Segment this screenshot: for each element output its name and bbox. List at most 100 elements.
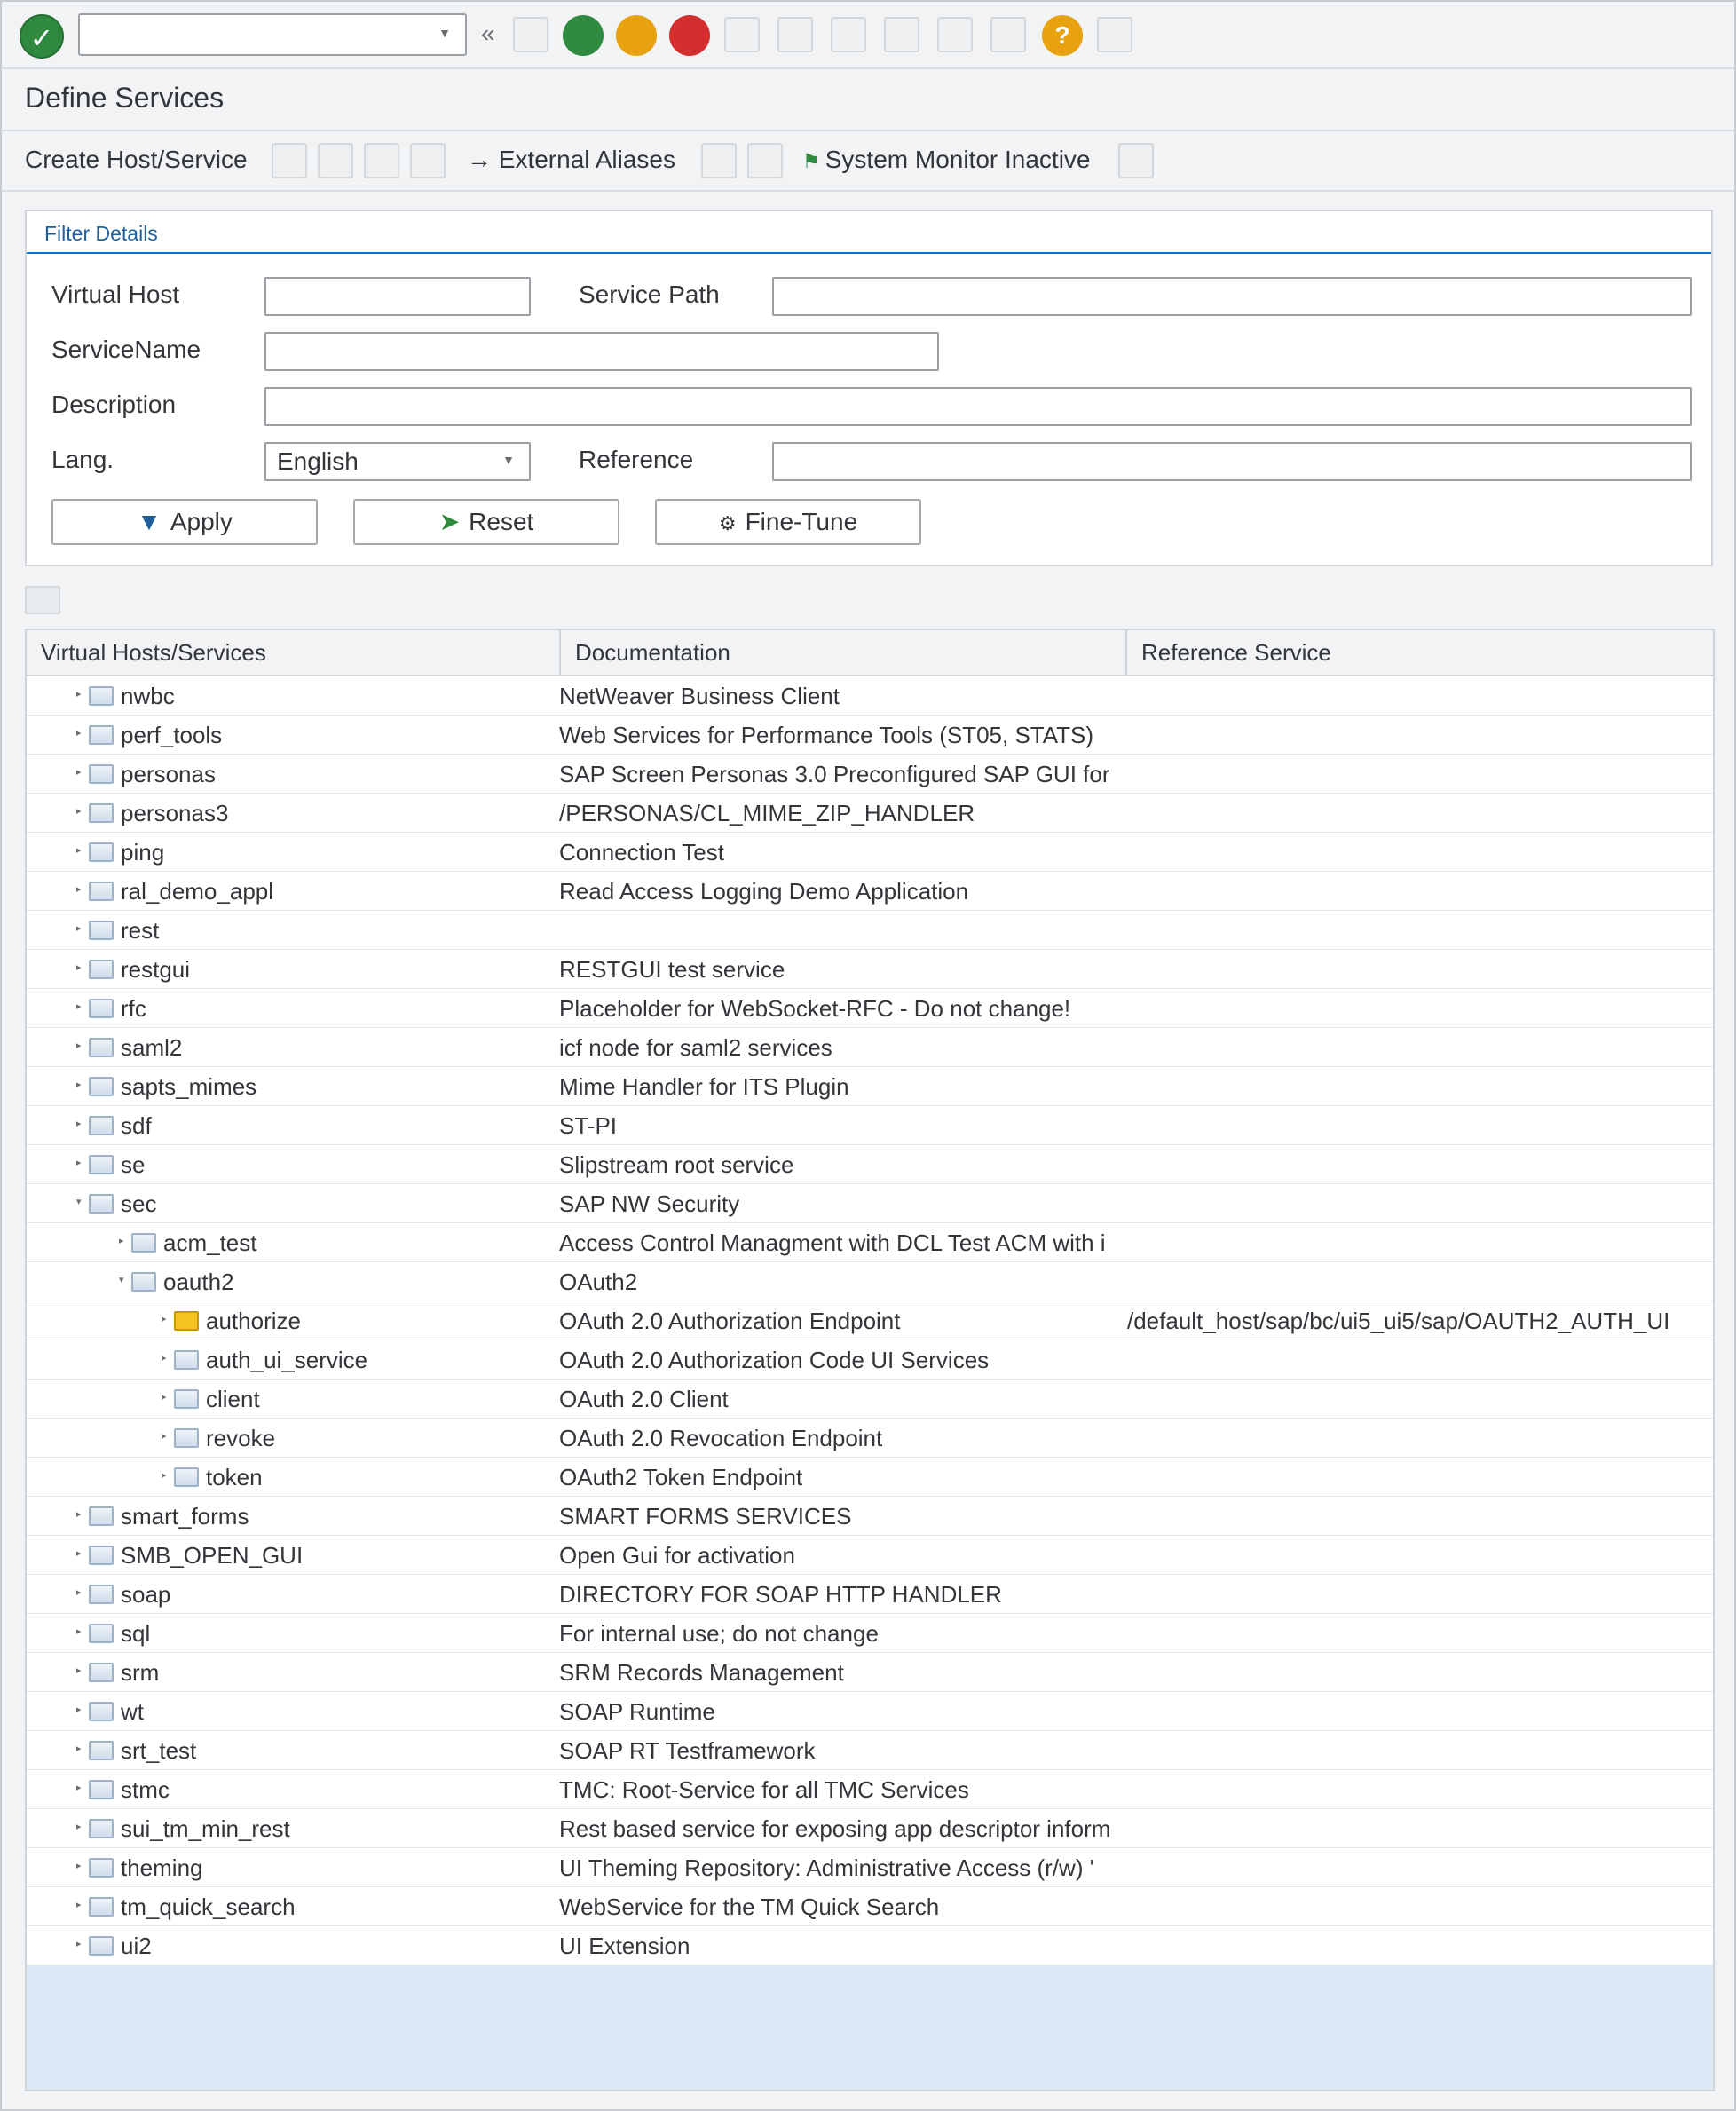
table-row[interactable]: ▸ sapts_mimes Mime Handler for ITS Plugin bbox=[27, 1067, 1713, 1106]
service-name[interactable]: SMB_OPEN_GUI bbox=[121, 1542, 303, 1569]
table-row[interactable]: ▸ stmc TMC: Root-Service for all TMC Servi… bbox=[27, 1770, 1713, 1809]
table-row[interactable]: ▾ oauth2 OAuth2 bbox=[27, 1262, 1713, 1301]
table-row[interactable]: ▸ SMB_OPEN_GUI Open Gui for activation bbox=[27, 1536, 1713, 1575]
expand-node-icon[interactable]: ▸ bbox=[162, 1430, 167, 1442]
service-name[interactable]: ui2 bbox=[121, 1933, 152, 1960]
table-row[interactable]: ▸ client OAuth 2.0 Client bbox=[27, 1380, 1713, 1419]
expand-node-icon[interactable]: ▸ bbox=[76, 1625, 82, 1637]
reference-input[interactable] bbox=[772, 442, 1692, 481]
table-row[interactable]: ▸ perf_tools Web Services for Performance … bbox=[27, 716, 1713, 755]
expand-node-icon[interactable]: ▸ bbox=[76, 1157, 82, 1168]
toolbar-action-icon-1[interactable] bbox=[272, 143, 307, 178]
command-field[interactable]: ▼ bbox=[78, 13, 467, 56]
service-name[interactable]: rest bbox=[121, 917, 159, 945]
expand-node-icon[interactable]: ▸ bbox=[76, 1040, 82, 1051]
table-row[interactable]: ▸ revoke OAuth 2.0 Revocation Endpoint bbox=[27, 1419, 1713, 1458]
service-name[interactable]: acm_test bbox=[163, 1229, 257, 1257]
service-name[interactable]: oauth2 bbox=[163, 1269, 234, 1296]
help-icon[interactable]: ? bbox=[1042, 15, 1083, 56]
expand-node-icon[interactable]: ▸ bbox=[76, 844, 82, 856]
table-row[interactable]: ▸ auth_ui_service OAuth 2.0 Authorization … bbox=[27, 1340, 1713, 1380]
expand-node-icon[interactable]: ▸ bbox=[162, 1391, 167, 1403]
table-row[interactable]: ▸ wt SOAP Runtime bbox=[27, 1692, 1713, 1731]
expand-node-icon[interactable]: ▸ bbox=[76, 1079, 82, 1090]
table-row[interactable]: ▸ authorize OAuth 2.0 Authorization Endpoi… bbox=[27, 1301, 1713, 1340]
table-row[interactable]: ▸ restgui RESTGUI test service bbox=[27, 950, 1713, 989]
toolbar-action-icon-2[interactable] bbox=[318, 143, 353, 178]
reset-button[interactable]: ➤ Reset bbox=[353, 499, 619, 545]
filter-details-header[interactable]: Filter Details bbox=[27, 211, 1711, 254]
expand-node-icon[interactable]: ▸ bbox=[76, 688, 82, 700]
service-name[interactable]: authorize bbox=[206, 1308, 301, 1335]
expand-node-icon[interactable]: ▸ bbox=[76, 1899, 82, 1910]
print-icon[interactable] bbox=[724, 17, 760, 52]
back-green-circle-icon[interactable] bbox=[563, 15, 604, 56]
expand-node-icon[interactable]: ▸ bbox=[162, 1313, 167, 1324]
service-name[interactable]: ral_demo_appl bbox=[121, 878, 273, 905]
apply-button[interactable]: ▼ Apply bbox=[51, 499, 318, 545]
expand-node-icon[interactable]: ▸ bbox=[162, 1352, 167, 1364]
table-row[interactable]: ▸ se Slipstream root service bbox=[27, 1145, 1713, 1184]
table-row[interactable]: ▸ ping Connection Test bbox=[27, 833, 1713, 872]
service-name[interactable]: sdf bbox=[121, 1112, 152, 1140]
service-name[interactable]: rfc bbox=[121, 995, 146, 1023]
fine-tune-button[interactable]: ⚙ Fine-Tune bbox=[655, 499, 921, 545]
service-name[interactable]: ping bbox=[121, 839, 164, 866]
column-header-virtual-hosts[interactable]: Virtual Hosts/Services bbox=[27, 630, 561, 675]
expand-node-icon[interactable]: ▸ bbox=[162, 1469, 167, 1481]
service-name[interactable]: tm_quick_search bbox=[121, 1894, 296, 1921]
table-row[interactable]: ▸ rest bbox=[27, 911, 1713, 950]
table-row[interactable]: ▸ nwbc NetWeaver Business Client bbox=[27, 676, 1713, 716]
table-row[interactable]: ▸ theming UI Theming Repository: Administr… bbox=[27, 1848, 1713, 1887]
expand-node-icon[interactable]: ▸ bbox=[76, 1938, 82, 1949]
table-row[interactable]: ▾ sec SAP NW Security bbox=[27, 1184, 1713, 1223]
table-row[interactable]: ▸ personas3/PERSONAS/CL_MIME_ZIP_HANDLER bbox=[27, 794, 1713, 833]
service-name[interactable]: token bbox=[206, 1464, 263, 1491]
service-name[interactable]: personas bbox=[121, 761, 216, 788]
service-name[interactable]: stmc bbox=[121, 1776, 170, 1804]
toolbar-action-icon-5[interactable] bbox=[701, 143, 737, 178]
toolbar-action-icon-6[interactable] bbox=[747, 143, 783, 178]
expand-node-icon[interactable]: ▸ bbox=[76, 1000, 82, 1012]
column-header-reference-service[interactable]: Reference Service bbox=[1127, 630, 1713, 675]
table-row[interactable]: ▸ ui2 UI Extension bbox=[27, 1926, 1713, 1965]
language-select[interactable]: English ▼ bbox=[264, 442, 531, 481]
ok-check-icon[interactable]: ✓ bbox=[20, 14, 64, 59]
create-host-service-button[interactable]: Create Host/Service bbox=[25, 146, 248, 174]
service-name[interactable]: soap bbox=[121, 1581, 170, 1609]
service-name[interactable]: restgui bbox=[121, 956, 190, 984]
find-icon[interactable] bbox=[777, 17, 813, 52]
table-row[interactable]: ▸ smart_forms SMART FORMS SERVICES bbox=[27, 1497, 1713, 1536]
virtual-host-input[interactable] bbox=[264, 277, 531, 316]
expand-node-icon[interactable]: ▸ bbox=[76, 727, 82, 739]
service-name[interactable]: smart_forms bbox=[121, 1503, 249, 1530]
expand-node-icon[interactable]: ▸ bbox=[76, 922, 82, 934]
save-icon[interactable] bbox=[513, 17, 548, 52]
table-row[interactable]: ▸ soap DIRECTORY FOR SOAP HTTP HANDLER bbox=[27, 1575, 1713, 1614]
service-name[interactable]: sapts_mimes bbox=[121, 1073, 256, 1101]
service-name[interactable]: revoke bbox=[206, 1425, 275, 1452]
expand-node-icon[interactable]: ▸ bbox=[76, 1821, 82, 1832]
service-name[interactable]: theming bbox=[121, 1854, 203, 1882]
table-row[interactable]: ▸ rfc Placeholder for WebSocket-RFC - Do n… bbox=[27, 989, 1713, 1028]
expand-node-icon[interactable]: ▸ bbox=[76, 766, 82, 778]
expand-node-icon[interactable]: ▸ bbox=[76, 1508, 82, 1520]
external-aliases-button[interactable]: → External Aliases bbox=[467, 146, 675, 174]
description-input[interactable] bbox=[264, 387, 1692, 426]
system-monitor-button[interactable]: ⚑ System Monitor Inactive bbox=[802, 146, 1091, 174]
previous-page-icon[interactable] bbox=[937, 17, 973, 52]
table-row[interactable]: ▸ token OAuth2 Token Endpoint bbox=[27, 1458, 1713, 1497]
table-row[interactable]: ▸ srm SRM Records Management bbox=[27, 1653, 1713, 1692]
find-next-icon[interactable] bbox=[831, 17, 866, 52]
expand-node-icon[interactable]: ▸ bbox=[76, 1704, 82, 1715]
expand-node-icon[interactable]: ▸ bbox=[76, 1782, 82, 1793]
expand-node-icon[interactable]: ▸ bbox=[76, 1664, 82, 1676]
expand-node-icon[interactable]: ▸ bbox=[76, 1586, 82, 1598]
toolbar-action-icon-3[interactable] bbox=[364, 143, 399, 178]
service-name[interactable]: sec bbox=[121, 1190, 156, 1218]
expand-node-icon[interactable]: ▸ bbox=[76, 883, 82, 895]
table-row[interactable]: ▸ sql For internal use; do not change bbox=[27, 1614, 1713, 1653]
service-name[interactable]: se bbox=[121, 1151, 145, 1179]
table-row[interactable]: ▸ sui_tm_min_rest Rest based service for e… bbox=[27, 1809, 1713, 1848]
service-name-input[interactable] bbox=[264, 332, 939, 371]
